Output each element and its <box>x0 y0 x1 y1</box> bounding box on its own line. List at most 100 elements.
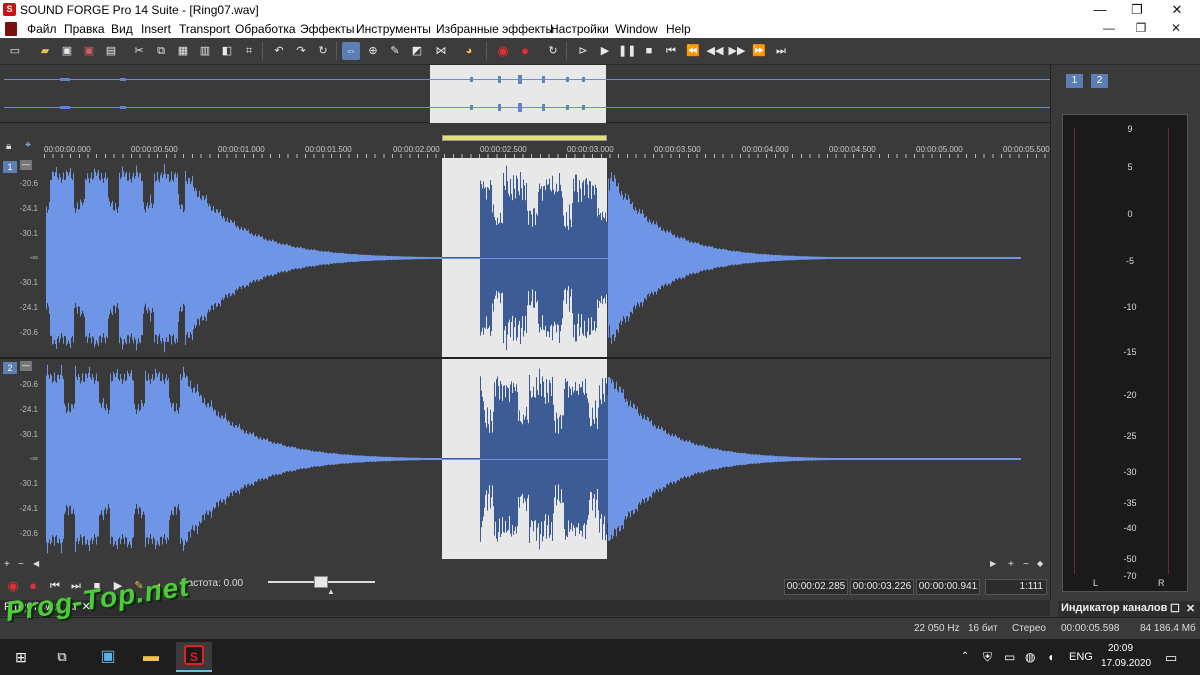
lock-icon[interactable]: 🔒︎ <box>6 141 11 152</box>
menu-settings[interactable]: Настройки <box>550 22 609 36</box>
meter-tab-1[interactable]: 1 <box>1066 74 1083 88</box>
go-to-end-icon[interactable]: ⏭ <box>772 42 790 60</box>
scroll-left-icon[interactable]: ◀ <box>33 559 39 568</box>
document-icon[interactable] <box>5 22 17 36</box>
zoom-in-icon[interactable]: + <box>4 559 10 570</box>
crop-icon[interactable]: ⌗ <box>240 42 258 60</box>
open-folder-icon[interactable]: ▰ <box>36 42 54 60</box>
waveform-channel-2[interactable] <box>0 359 1050 559</box>
paste-mix-icon[interactable]: ▥ <box>196 42 214 60</box>
channel-1[interactable]: 1 — -20.6 -24.1 -30.1 -∞ -30.1 -24.1 -20… <box>0 158 1050 358</box>
selection-end-field[interactable]: 00:00:03.226 <box>850 579 914 595</box>
selection-start-field[interactable]: 00:00:02.285 <box>784 579 848 595</box>
zero-line <box>46 258 1020 259</box>
trim-icon[interactable]: ◧ <box>218 42 236 60</box>
meter-scale-label: -25 <box>1123 431 1137 441</box>
menu-effects[interactable]: Эффекты <box>300 22 355 36</box>
paste-icon[interactable]: ▦ <box>174 42 192 60</box>
ruler-snap-icon[interactable]: ⌖ <box>25 139 31 152</box>
stop-icon[interactable]: ■ <box>640 42 658 60</box>
tray-security-icon[interactable]: ⛨ <box>983 650 992 665</box>
menu-window[interactable]: Window <box>615 22 658 36</box>
playback-rate-slider-thumb[interactable] <box>314 576 328 588</box>
zero-line <box>46 459 1020 460</box>
menu-process[interactable]: Обработка <box>235 22 296 36</box>
maximize-button[interactable]: ❐ <box>1120 0 1154 20</box>
task-view-icon[interactable]: ⧉ <box>47 642 77 672</box>
loop-playback-icon[interactable]: ↻ <box>544 42 562 60</box>
cut-icon[interactable]: ✂ <box>130 42 148 60</box>
play-all-icon[interactable]: ⊳ <box>574 42 592 60</box>
record-settings-icon[interactable]: ◉ <box>5 578 21 594</box>
magnify-tool-icon[interactable]: ⊕ <box>364 42 382 60</box>
selection-length-field[interactable]: 00:00:00.941 <box>916 579 980 595</box>
meter-scale-label: -40 <box>1123 523 1137 533</box>
menu-tools[interactable]: Инструменты <box>356 22 431 36</box>
minimize-button[interactable]: — <box>1083 0 1117 20</box>
rewind-icon[interactable]: ⏪ <box>684 42 702 60</box>
zoom-out-icon[interactable]: − <box>1023 559 1029 570</box>
file-explorer-icon[interactable]: ▬ <box>136 642 166 672</box>
meter-scale-label: 5 <box>1127 162 1133 172</box>
document-close-button[interactable]: ✕ <box>1165 21 1187 35</box>
event-tool-icon[interactable]: ◕ <box>460 42 478 60</box>
pause-icon[interactable]: ❚❚ <box>618 42 636 60</box>
undo-icon[interactable]: ↶ <box>270 42 288 60</box>
notification-center-icon[interactable]: ▭ <box>1165 650 1177 666</box>
record-settings-icon[interactable]: ◉ <box>494 42 512 60</box>
waveform-overview[interactable] <box>0 65 1050 123</box>
envelope-tool-icon[interactable]: ◩ <box>408 42 426 60</box>
go-to-start-icon[interactable]: ⏮ <box>662 42 680 60</box>
tray-network-icon[interactable]: ◍ <box>1025 650 1035 664</box>
tray-expand-icon[interactable]: ⌃ <box>961 651 969 662</box>
save-as-icon[interactable]: ▣ <box>80 42 98 60</box>
meter-panel-restore-icon[interactable]: ☐ <box>1170 602 1180 615</box>
rewind-icon[interactable]: ◀◀ <box>706 42 724 60</box>
menu-transport[interactable]: Transport <box>179 22 230 36</box>
ruler-tick-label: 00:00:02.500 <box>480 145 527 154</box>
meter-bar-right <box>1168 128 1178 574</box>
zoom-ratio-field[interactable]: 1:111 <box>985 579 1047 595</box>
menu-help[interactable]: Help <box>666 22 691 36</box>
new-file-icon[interactable]: ▭ <box>6 42 24 60</box>
play-icon[interactable]: ▶ <box>596 42 614 60</box>
edit-tool-icon[interactable]: ⇔ <box>342 42 360 60</box>
save-all-icon[interactable]: ▤ <box>102 42 120 60</box>
snap-icon[interactable]: ⋈ <box>432 42 450 60</box>
save-icon[interactable]: ▣ <box>58 42 76 60</box>
meter-panel-close-icon[interactable]: ✕ <box>1186 602 1195 615</box>
repeat-icon[interactable]: ↻ <box>314 42 332 60</box>
ruler-tick-label: 00:00:04.500 <box>829 145 876 154</box>
menu-file[interactable]: Файл <box>27 22 57 36</box>
tray-time[interactable]: 20:09 <box>1108 643 1133 654</box>
control-panel-icon[interactable]: ▣ <box>93 642 123 672</box>
menu-edit[interactable]: Правка <box>64 22 105 36</box>
fast-forward-icon[interactable]: ▶▶ <box>728 42 746 60</box>
tray-date[interactable]: 17.09.2020 <box>1101 658 1151 669</box>
document-restore-button[interactable]: ❐ <box>1130 21 1152 35</box>
zoom-out-icon[interactable]: − <box>18 559 24 570</box>
menu-view[interactable]: Вид <box>111 22 133 36</box>
tray-language[interactable]: ENG <box>1069 651 1093 663</box>
scroll-right-icon[interactable]: ▶ <box>990 559 996 568</box>
fast-forward-icon[interactable]: ⏩ <box>750 42 768 60</box>
windows-start-icon[interactable]: ⊞ <box>6 642 36 672</box>
record-icon[interactable]: ● <box>516 42 534 60</box>
toolbar-separator <box>566 42 567 60</box>
document-minimize-button[interactable]: — <box>1098 21 1120 35</box>
meter-tab-2[interactable]: 2 <box>1091 74 1108 88</box>
selection-bar[interactable] <box>442 135 607 141</box>
channel-2[interactable]: 2 — -20.6 -24.1 -30.1 -∞ -30.1 -24.1 -20… <box>0 359 1050 559</box>
tray-volume-icon[interactable]: ◖ <box>1047 650 1054 664</box>
menu-insert[interactable]: Insert <box>141 22 171 36</box>
pencil-tool-icon[interactable]: ✎ <box>386 42 404 60</box>
redo-icon[interactable]: ↷ <box>292 42 310 60</box>
copy-icon[interactable]: ⧉ <box>152 42 170 60</box>
waveform-channel-1[interactable] <box>0 158 1050 358</box>
menu-favorite-effects[interactable]: Избранные эффекты <box>436 22 554 36</box>
zoom-in-icon[interactable]: + <box>1008 559 1014 570</box>
sound-forge-taskbar-icon[interactable]: S <box>176 642 212 672</box>
zoom-fit-icon[interactable]: ◆ <box>1037 559 1043 568</box>
close-button[interactable]: ✕ <box>1160 0 1194 20</box>
tray-battery-icon[interactable]: ▭ <box>1004 650 1015 664</box>
